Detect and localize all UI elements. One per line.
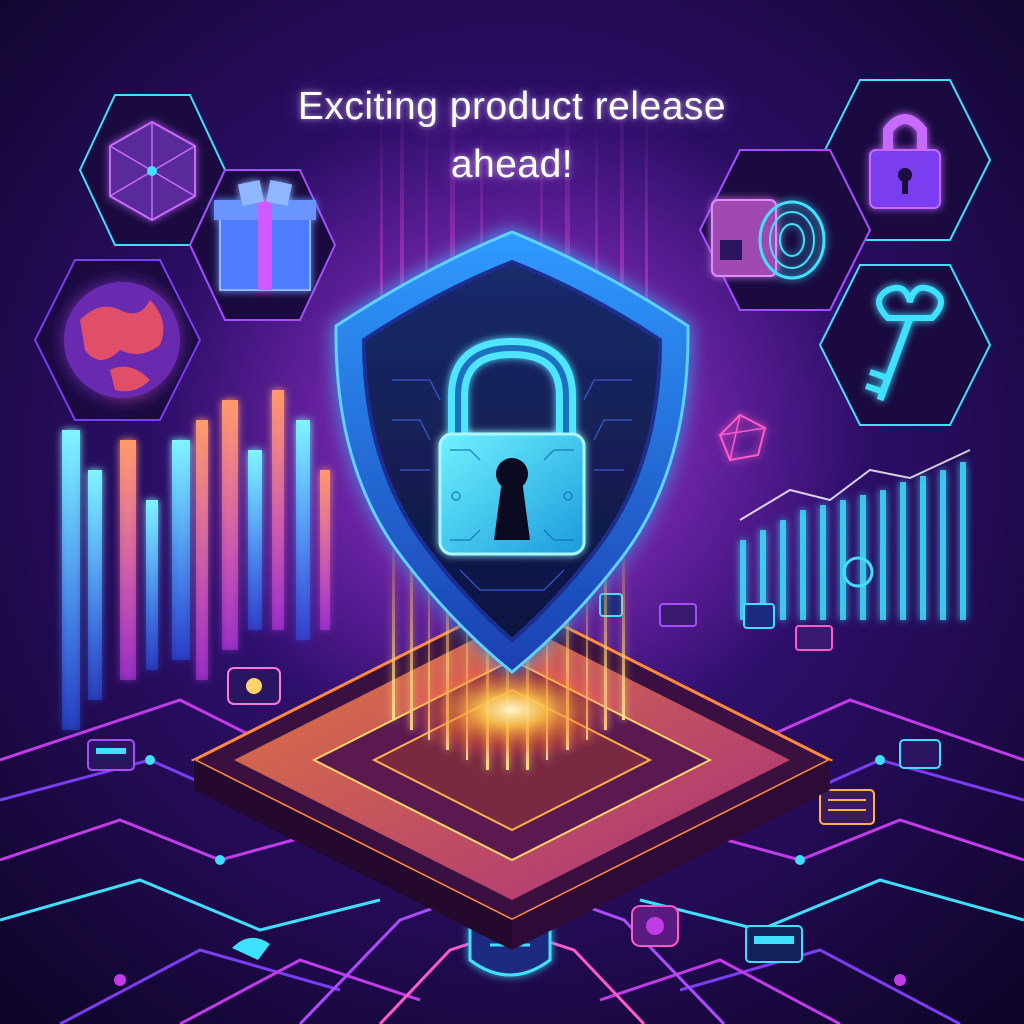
globe-icon — [64, 282, 180, 398]
headline-line-1: Exciting product release — [297, 85, 727, 128]
floor-gadget-left-1 — [87, 739, 135, 771]
pink-chip-icon — [631, 905, 679, 947]
floor-gadget-left-2 — [227, 667, 281, 705]
blue-card-icon — [745, 925, 803, 963]
poster-scene: Exciting product release ahead! — [0, 0, 1024, 1024]
floor-gadget-right-2 — [899, 739, 941, 769]
floor-gadget-right-1 — [819, 789, 875, 825]
headline-line-2: ahead! — [450, 143, 574, 186]
headline: Exciting product release ahead! — [162, 78, 862, 194]
